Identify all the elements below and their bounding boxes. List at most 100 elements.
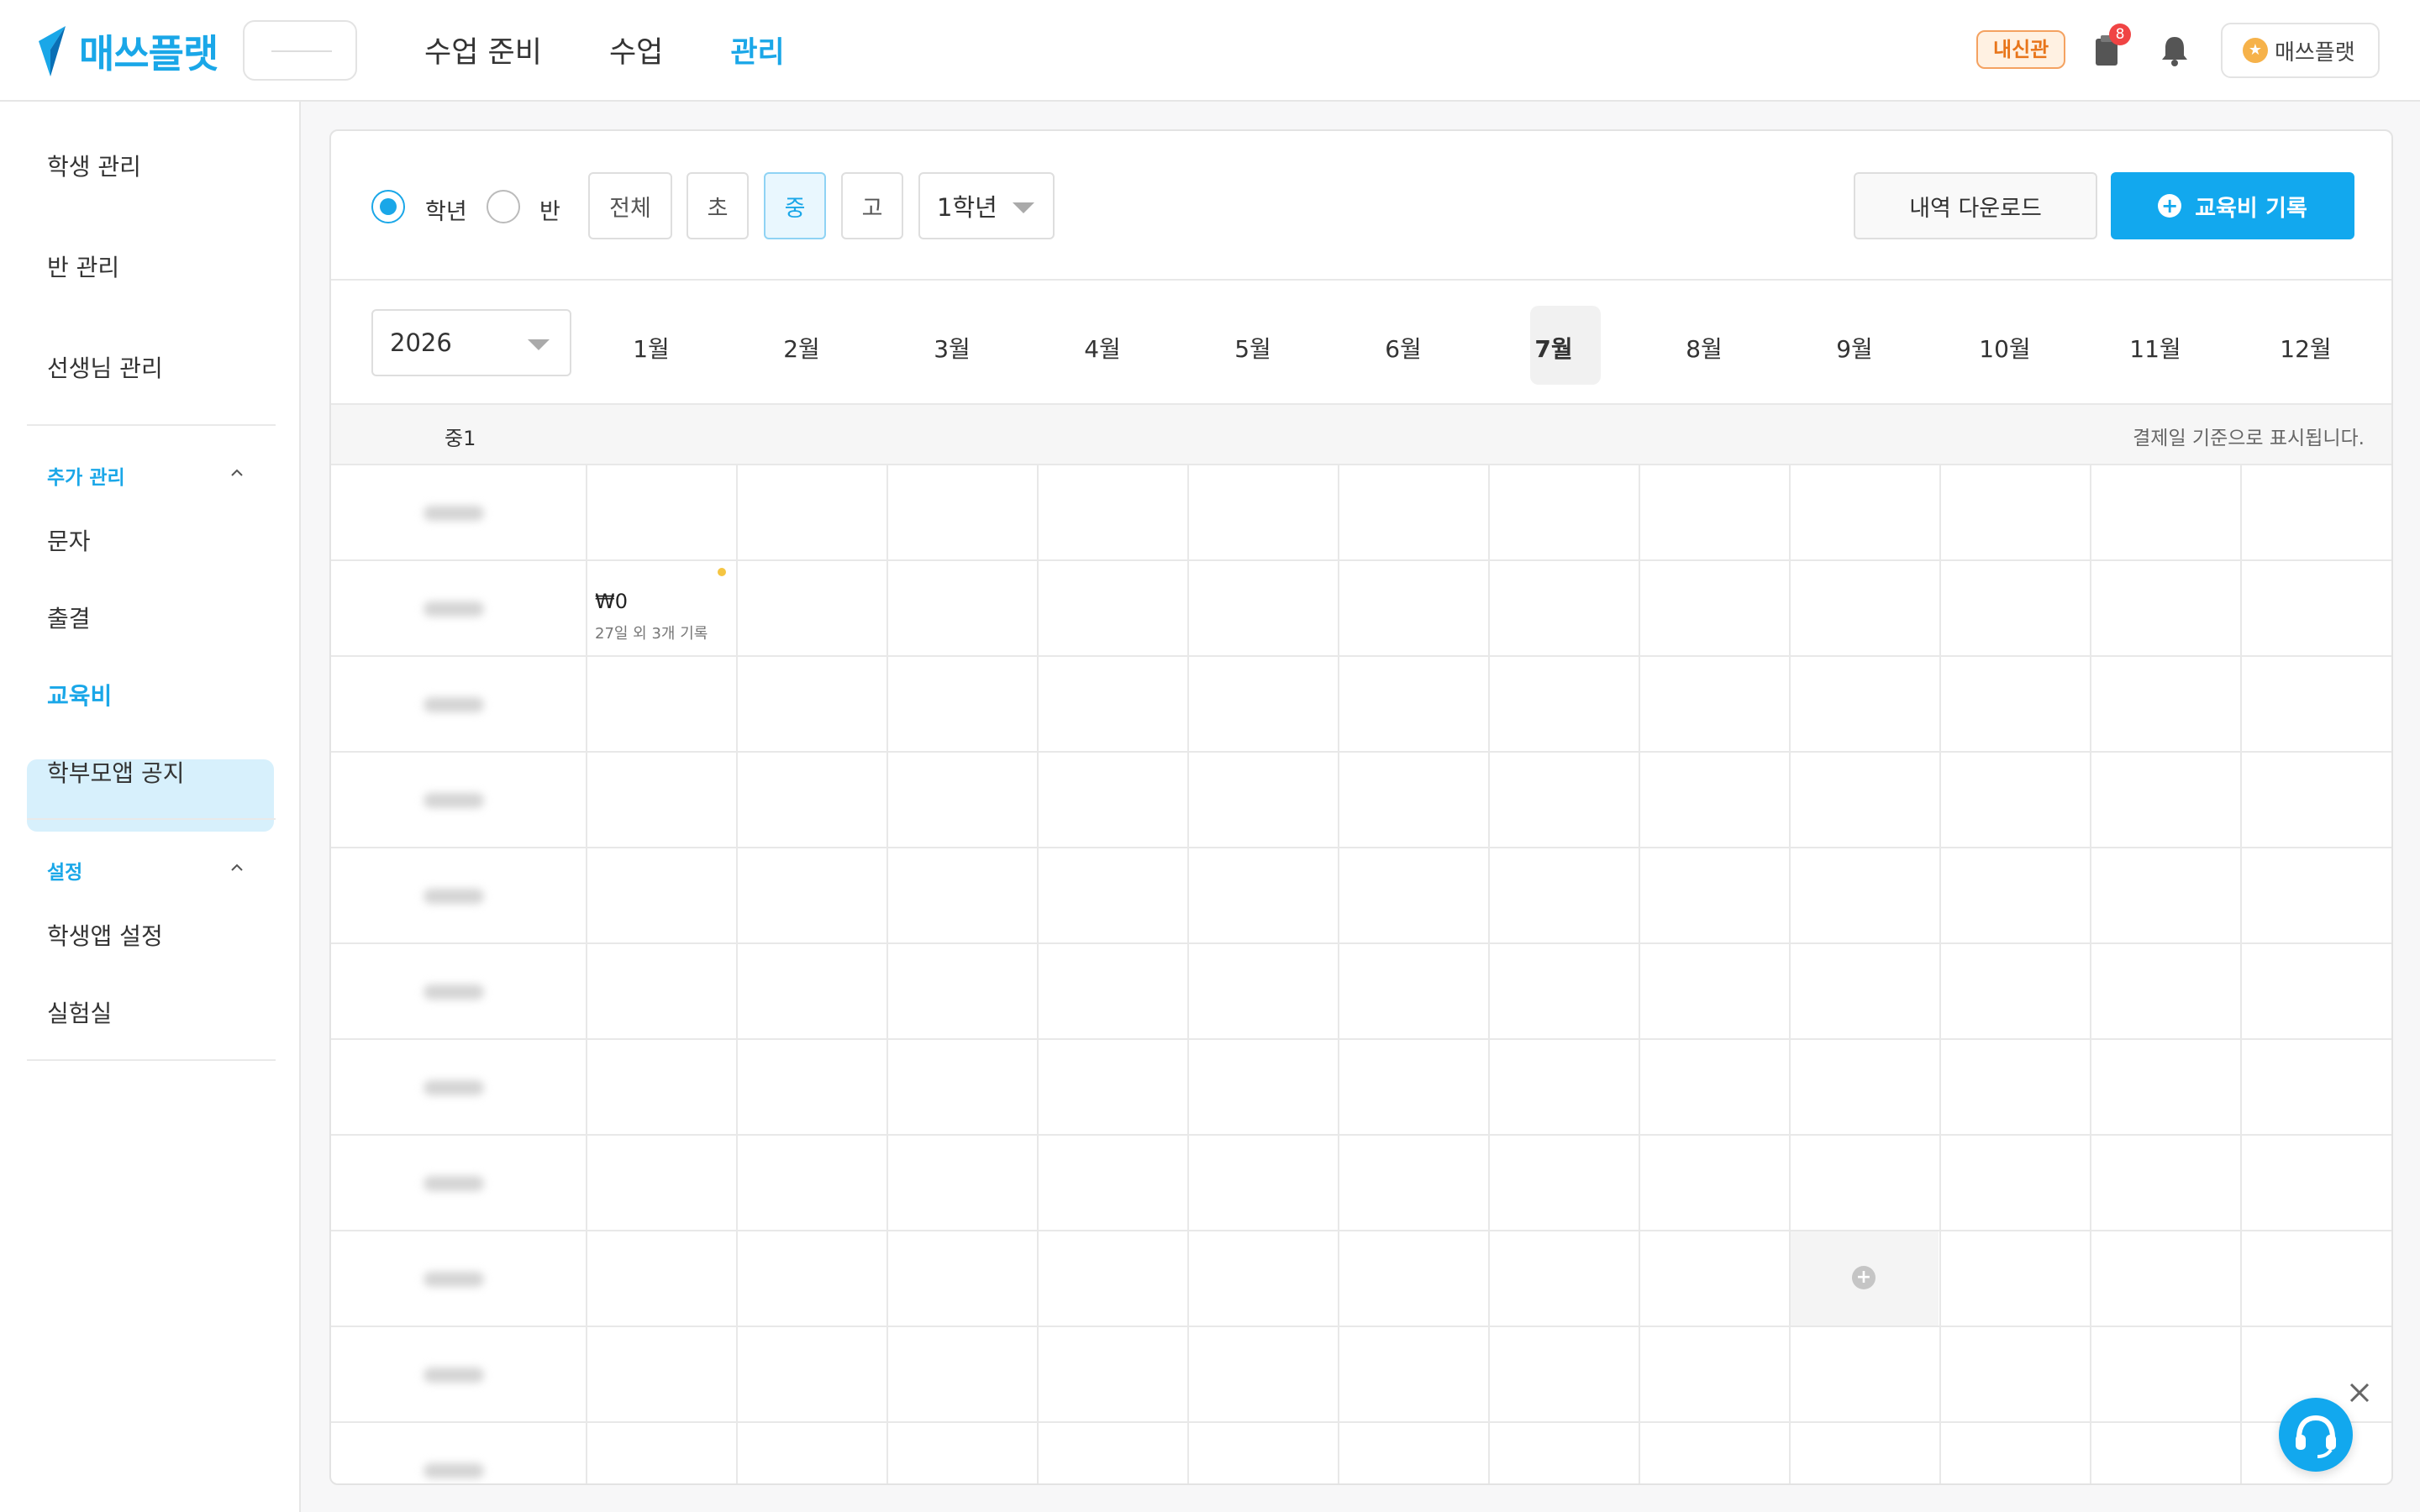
table-row — [331, 944, 2391, 1040]
sidebar-divider — [27, 424, 276, 426]
sidebar-section-settings[interactable]: 설정 — [47, 856, 82, 885]
grade-header: 중1 결제일 기준으로 표시됩니다. — [331, 405, 2391, 465]
tuition-card: 학년 반 전체 초 중 고 1학년 내역 다운로드 + 교육비 기록 2026 … — [329, 129, 2393, 1485]
chevron-up-icon[interactable] — [229, 859, 245, 876]
column-divider — [1338, 465, 1339, 1483]
add-record-icon[interactable]: + — [1852, 1266, 1876, 1289]
student-name-blurred — [424, 1463, 484, 1478]
notification-badge: 8 — [2109, 24, 2131, 45]
grade-note: 결제일 기준으로 표시됩니다. — [2133, 428, 2365, 449]
sidebar-item-parent-notice[interactable]: 학부모앱 공지 — [47, 755, 184, 789]
column-divider — [1187, 465, 1189, 1483]
grade-select[interactable]: 1학년 — [918, 172, 1055, 239]
record-tuition-label: 교육비 기록 — [2195, 195, 2307, 222]
tuition-record-summary: 27일 외 3개 기록 — [595, 625, 708, 643]
chevron-up-icon[interactable] — [229, 465, 245, 481]
column-divider — [586, 465, 587, 1483]
nav-class-prep[interactable]: 수업 준비 — [424, 29, 542, 71]
download-button[interactable]: 내역 다운로드 — [1854, 172, 2097, 239]
bell-icon — [2162, 37, 2187, 66]
logo-icon — [39, 26, 66, 76]
brand-name: 매쓰플랫 — [79, 31, 218, 76]
column-divider — [1939, 465, 1941, 1483]
month-5[interactable]: 5월 — [1177, 331, 1328, 365]
student-name-blurred — [424, 1080, 484, 1095]
top-bar: 매쓰플랫 수업 준비 수업 관리 내신관 8 ★ 매쓰플랫 — [0, 0, 2420, 102]
segment-high[interactable]: 고 — [841, 172, 903, 239]
brand-logo[interactable]: 매쓰플랫 — [37, 24, 218, 79]
nav-class[interactable]: 수업 — [609, 29, 663, 71]
table-row — [331, 1327, 2391, 1423]
month-3[interactable]: 3월 — [876, 331, 1028, 365]
month-7[interactable]: 7월 — [1478, 331, 1629, 365]
dropdown-caret-icon — [1013, 202, 1034, 213]
grade-select-value: 1학년 — [937, 193, 997, 222]
profile-button[interactable]: ★ 매쓰플랫 — [2221, 23, 2380, 78]
sidebar-item-students[interactable]: 학생 관리 — [47, 149, 141, 182]
radio-class[interactable] — [487, 190, 520, 223]
column-divider — [1488, 465, 1490, 1483]
year-select-value: 2026 — [390, 328, 452, 357]
dropdown-caret-icon — [528, 339, 550, 350]
column-divider — [1639, 465, 1640, 1483]
month-6[interactable]: 6월 — [1328, 331, 1479, 365]
month-9[interactable]: 9월 — [1779, 331, 1930, 365]
main-nav: 수업 준비 수업 관리 — [424, 29, 852, 71]
column-divider — [1789, 465, 1791, 1483]
sidebar-item-attendance[interactable]: 출결 — [47, 601, 91, 634]
sidebar-item-teachers[interactable]: 선생님 관리 — [47, 350, 163, 384]
month-11[interactable]: 11월 — [2080, 331, 2231, 365]
academy-selector[interactable] — [243, 20, 357, 81]
sidebar-item-lab[interactable]: 실험실 — [47, 995, 112, 1029]
bell-button[interactable] — [2156, 32, 2193, 69]
sidebar-item-student-app[interactable]: 학생앱 설정 — [47, 918, 163, 952]
year-select[interactable]: 2026 — [371, 309, 571, 376]
headset-icon — [2296, 1415, 2336, 1458]
sidebar-section-extra[interactable]: 추가 관리 — [47, 461, 125, 490]
segment-middle[interactable]: 중 — [764, 172, 826, 239]
month-12[interactable]: 12월 — [2230, 331, 2381, 365]
radio-grade-label: 학년 — [425, 199, 467, 225]
column-divider — [2240, 465, 2242, 1483]
clipboard-button[interactable]: 8 — [2089, 24, 2131, 69]
month-4[interactable]: 4월 — [1027, 331, 1178, 365]
table-row — [331, 1231, 2391, 1327]
radio-class-label: 반 — [539, 199, 560, 225]
table-row — [331, 1040, 2391, 1136]
sidebar-item-tuition[interactable]: 교육비 — [47, 678, 112, 711]
student-name-blurred — [424, 697, 484, 712]
school-tag[interactable]: 내신관 — [1976, 30, 2066, 69]
sidebar: 학생 관리 반 관리 선생님 관리 추가 관리 문자 출결 교육비 학부모앱 공… — [0, 102, 301, 1512]
sidebar-divider — [27, 1059, 276, 1061]
student-name-blurred — [424, 889, 484, 904]
student-name-blurred — [424, 1176, 484, 1191]
student-name-blurred — [424, 793, 484, 808]
record-indicator-dot — [718, 568, 726, 576]
grade-label: 중1 — [445, 427, 476, 450]
sidebar-item-sms[interactable]: 문자 — [47, 523, 91, 557]
segment-all[interactable]: 전체 — [588, 172, 672, 239]
student-name-blurred — [424, 1368, 484, 1383]
month-10[interactable]: 10월 — [1929, 331, 2081, 365]
record-tuition-button[interactable]: + 교육비 기록 — [2111, 172, 2354, 239]
plus-circle-icon: + — [2158, 194, 2182, 218]
student-name-blurred — [424, 506, 484, 521]
month-2[interactable]: 2월 — [726, 331, 877, 365]
radio-grade[interactable] — [371, 190, 405, 223]
column-divider — [736, 465, 738, 1483]
tuition-amount[interactable]: ₩0 — [595, 590, 628, 613]
month-1[interactable]: 1월 — [576, 331, 727, 365]
table-row — [331, 1423, 2391, 1483]
filter-bar: 학년 반 전체 초 중 고 1학년 내역 다운로드 + 교육비 기록 — [331, 131, 2391, 281]
segment-elementary[interactable]: 초 — [687, 172, 749, 239]
month-8[interactable]: 8월 — [1628, 331, 1780, 365]
sidebar-item-classes[interactable]: 반 관리 — [47, 249, 119, 283]
student-name-blurred — [424, 984, 484, 1000]
month-bar: 2026 1월 2월 3월 4월 5월 6월 7월 8월 9월 10월 11월 … — [331, 282, 2391, 405]
support-chat-button[interactable] — [2279, 1398, 2353, 1472]
student-name-blurred — [424, 601, 484, 617]
table-row — [331, 753, 2391, 848]
table-row — [331, 1136, 2391, 1231]
column-divider — [1037, 465, 1039, 1483]
nav-manage[interactable]: 관리 — [730, 29, 784, 71]
